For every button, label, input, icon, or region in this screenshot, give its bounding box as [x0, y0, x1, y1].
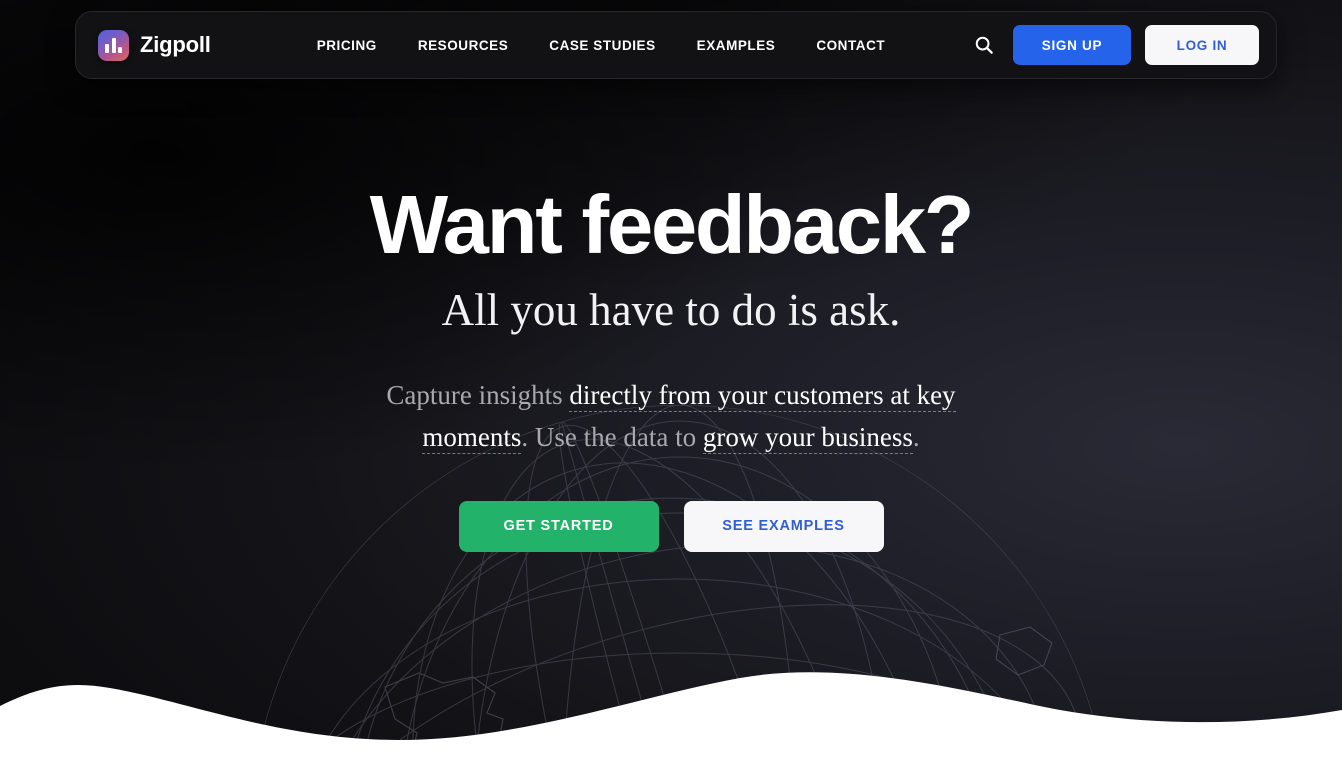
- hero-description-part-2: . Use the data to: [521, 422, 703, 453]
- log-in-button[interactable]: LOG IN: [1145, 25, 1259, 65]
- search-button[interactable]: [969, 30, 999, 60]
- hero-subheadline: All you have to do is ask.: [441, 285, 901, 335]
- bottom-wave-divider: [0, 672, 1342, 768]
- nav-links: PRICING RESOURCES CASE STUDIES EXAMPLES …: [317, 38, 885, 53]
- nav-link-pricing[interactable]: PRICING: [317, 38, 377, 53]
- sign-up-button[interactable]: SIGN UP: [1013, 25, 1131, 65]
- hero-description: Capture insights directly from your cust…: [361, 374, 981, 459]
- hero-description-part-3: .: [912, 422, 920, 453]
- nav-link-case-studies[interactable]: CASE STUDIES: [549, 38, 655, 53]
- brand-name: Zigpoll: [140, 32, 211, 57]
- nav-actions: SIGN UP LOG IN: [969, 25, 1259, 65]
- nav-link-examples[interactable]: EXAMPLES: [697, 38, 776, 53]
- hero-description-part-1: Capture insights: [386, 379, 570, 410]
- nav-link-resources[interactable]: RESOURCES: [418, 38, 508, 53]
- search-icon: [975, 36, 993, 54]
- hero-cta-row: GET STARTED SEE EXAMPLES: [0, 500, 1342, 552]
- hero-content: Want feedback? All you have to do is ask…: [0, 0, 1342, 552]
- hero-description-highlight-2: grow your business: [702, 422, 913, 455]
- nav-link-contact[interactable]: CONTACT: [816, 38, 885, 53]
- see-examples-button[interactable]: SEE EXAMPLES: [683, 500, 884, 552]
- get-started-button[interactable]: GET STARTED: [458, 500, 659, 552]
- main-navigation-bar: Zigpoll PRICING RESOURCES CASE STUDIES E…: [75, 11, 1277, 79]
- brand-logo-link[interactable]: Zigpoll: [98, 29, 211, 61]
- bar-chart-logo-icon: [98, 29, 129, 61]
- page-title: Want feedback?: [369, 178, 975, 271]
